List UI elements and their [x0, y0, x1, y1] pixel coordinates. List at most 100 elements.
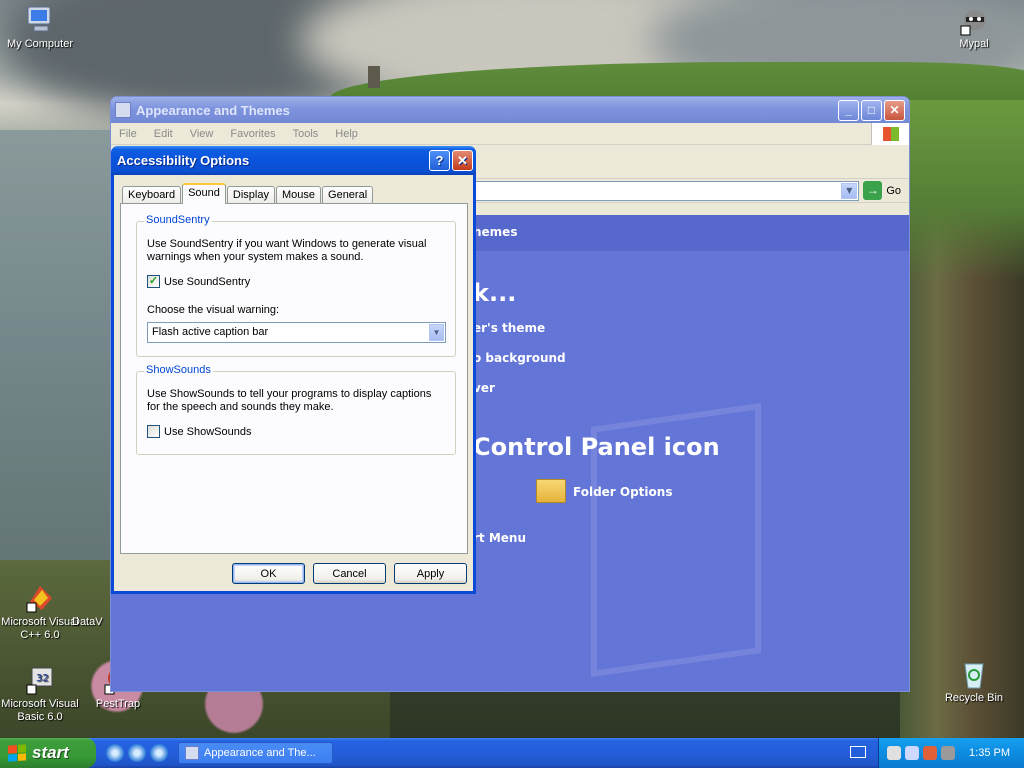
- explorer-titlebar[interactable]: Appearance and Themes _ □ ✕: [111, 97, 909, 123]
- visual-warning-select[interactable]: Flash active caption bar ▼: [147, 322, 446, 343]
- taskbar: start Appearance and The... 1:35 PM: [0, 738, 1024, 768]
- go-label: Go: [886, 184, 901, 197]
- cliff-grass: [905, 100, 1024, 280]
- choose-visual-warning-label: Choose the visual warning:: [147, 304, 280, 316]
- use-soundsentry-checkbox[interactable]: ✓ Use SoundSentry: [147, 275, 250, 288]
- svg-text:32: 32: [36, 673, 49, 684]
- cancel-button[interactable]: Cancel: [313, 563, 386, 584]
- use-showsounds-label: Use ShowSounds: [164, 425, 252, 438]
- desktop-icon-msvc6[interactable]: Microsoft Visual C++ 6.0: [0, 582, 80, 642]
- desktop-icon-label: Recycle Bin: [944, 692, 1004, 704]
- dialog-close-button[interactable]: ✕: [452, 150, 473, 171]
- help-button[interactable]: ?: [429, 150, 450, 171]
- tab-general[interactable]: General: [322, 186, 374, 204]
- task-choose-screensaver[interactable]: ver: [473, 381, 495, 395]
- go-button[interactable]: → Go: [863, 181, 901, 200]
- computer-icon: [27, 6, 51, 32]
- accessibility-options-dialog[interactable]: Accessibility Options ? ✕ Keyboard Sound…: [111, 146, 476, 594]
- visual-cpp-icon: [26, 586, 52, 613]
- apply-button[interactable]: Apply: [394, 563, 467, 584]
- control-panel-icon: [185, 746, 199, 760]
- ok-button[interactable]: OK: [232, 563, 305, 584]
- raccoon-icon: [960, 10, 986, 36]
- antivirus-icon[interactable]: [923, 746, 937, 760]
- internet-explorer-icon[interactable]: [106, 744, 124, 762]
- desktop-icon-my-computer[interactable]: My Computer: [0, 4, 80, 51]
- quick-launch: [106, 744, 168, 762]
- address-input[interactable]: ▼: [475, 180, 860, 201]
- desktop-icon-label: PestTrap: [95, 698, 141, 710]
- keyboard-icon[interactable]: [850, 746, 866, 758]
- speaker-icon[interactable]: [941, 746, 955, 760]
- system-tray: 1:35 PM: [878, 738, 1024, 768]
- dialog-tabs: Keyboard Sound Display Mouse General: [122, 183, 374, 204]
- minimize-button[interactable]: _: [838, 99, 859, 121]
- menu-view[interactable]: View: [190, 128, 214, 140]
- menu-file[interactable]: File: [119, 128, 137, 140]
- folder-options-link[interactable]: Folder Options: [573, 485, 672, 499]
- menu-favorites[interactable]: Favorites: [230, 128, 275, 140]
- desktop-icon-label: Mypal: [959, 38, 989, 50]
- folder-options-icon[interactable]: [536, 479, 566, 503]
- close-icon: ✕: [457, 152, 468, 168]
- use-showsounds-checkbox[interactable]: Use ShowSounds: [147, 425, 251, 438]
- desktop-icon-msvb6[interactable]: 32 Microsoft Visual Basic 6.0: [0, 664, 80, 724]
- accessibility-icon[interactable]: [887, 746, 901, 760]
- minimize-icon: _: [845, 103, 852, 117]
- address-dropdown-button[interactable]: ▼: [841, 182, 858, 199]
- taskbar-start-menu-link[interactable]: rt Menu: [473, 531, 526, 545]
- windows-logo: [871, 122, 909, 145]
- soundsentry-group: SoundSentry Use SoundSentry if you want …: [136, 214, 456, 357]
- menu-tools[interactable]: Tools: [293, 128, 319, 140]
- pick-a-task-heading: k...: [473, 279, 517, 307]
- visual-basic-icon: 32: [26, 667, 53, 695]
- control-panel-icon: [115, 102, 131, 118]
- soundsentry-description: Use SoundSentry if you want Windows to g…: [147, 238, 427, 263]
- start-button[interactable]: start: [0, 738, 96, 768]
- desktop-icon-label: Microsoft Visual Basic 6.0: [1, 698, 79, 723]
- showsounds-group-title: ShowSounds: [144, 364, 213, 376]
- desktop-icon-recycle-bin[interactable]: Recycle Bin: [934, 658, 1014, 705]
- maximize-icon: □: [867, 103, 876, 117]
- checkbox-checked-icon: ✓: [147, 275, 160, 288]
- tab-mouse[interactable]: Mouse: [275, 186, 322, 204]
- close-icon: ✕: [889, 103, 900, 117]
- media-icon[interactable]: [150, 744, 168, 762]
- chevron-down-icon[interactable]: ▼: [429, 324, 444, 341]
- task-change-background[interactable]: o background: [473, 351, 566, 365]
- desktop-icon-mypal[interactable]: Mypal: [934, 4, 1014, 51]
- pick-icon-heading: Control Panel icon: [473, 433, 720, 461]
- checkbox-unchecked-icon: [147, 425, 160, 438]
- close-button[interactable]: ✕: [884, 99, 905, 121]
- explorer-menubar: File Edit View Favorites Tools Help: [111, 122, 909, 145]
- sound-tab-panel: SoundSentry Use SoundSentry if you want …: [120, 203, 468, 554]
- tab-keyboard[interactable]: Keyboard: [122, 186, 182, 204]
- tab-display[interactable]: Display: [226, 186, 275, 204]
- clock[interactable]: 1:35 PM: [969, 747, 1010, 759]
- use-soundsentry-label: Use SoundSentry: [164, 275, 251, 288]
- tower: [368, 66, 380, 88]
- maximize-button[interactable]: □: [861, 99, 882, 121]
- taskbar-item-appearance-and-themes[interactable]: Appearance and The...: [178, 742, 333, 764]
- task-change-theme[interactable]: er's theme: [473, 321, 545, 335]
- help-icon: ?: [435, 153, 444, 168]
- network-icon[interactable]: [905, 746, 919, 760]
- start-label: start: [32, 743, 69, 762]
- showsounds-description: Use ShowSounds to tell your programs to …: [147, 388, 432, 413]
- dialog-titlebar[interactable]: Accessibility Options ? ✕: [111, 146, 476, 175]
- category-title: hemes: [473, 225, 518, 239]
- visual-warning-value: Flash active caption bar: [152, 326, 269, 338]
- desktop-icon-label: My Computer: [6, 38, 74, 50]
- recycle-bin-icon: [964, 663, 984, 689]
- menu-edit[interactable]: Edit: [154, 128, 173, 140]
- chevron-down-icon: ▼: [846, 185, 853, 195]
- windows-flag-icon: [882, 126, 899, 141]
- go-arrow-icon: →: [863, 181, 883, 200]
- browser-icon[interactable]: [128, 744, 146, 762]
- showsounds-group: ShowSounds Use ShowSounds to tell your p…: [136, 364, 456, 455]
- taskbar-item-label: Appearance and The...: [204, 747, 316, 759]
- datav-icon: [72, 582, 112, 616]
- tab-sound[interactable]: Sound: [182, 183, 226, 204]
- menu-help[interactable]: Help: [335, 128, 358, 140]
- desktop-icon-datav[interactable]: DataV: [72, 582, 112, 629]
